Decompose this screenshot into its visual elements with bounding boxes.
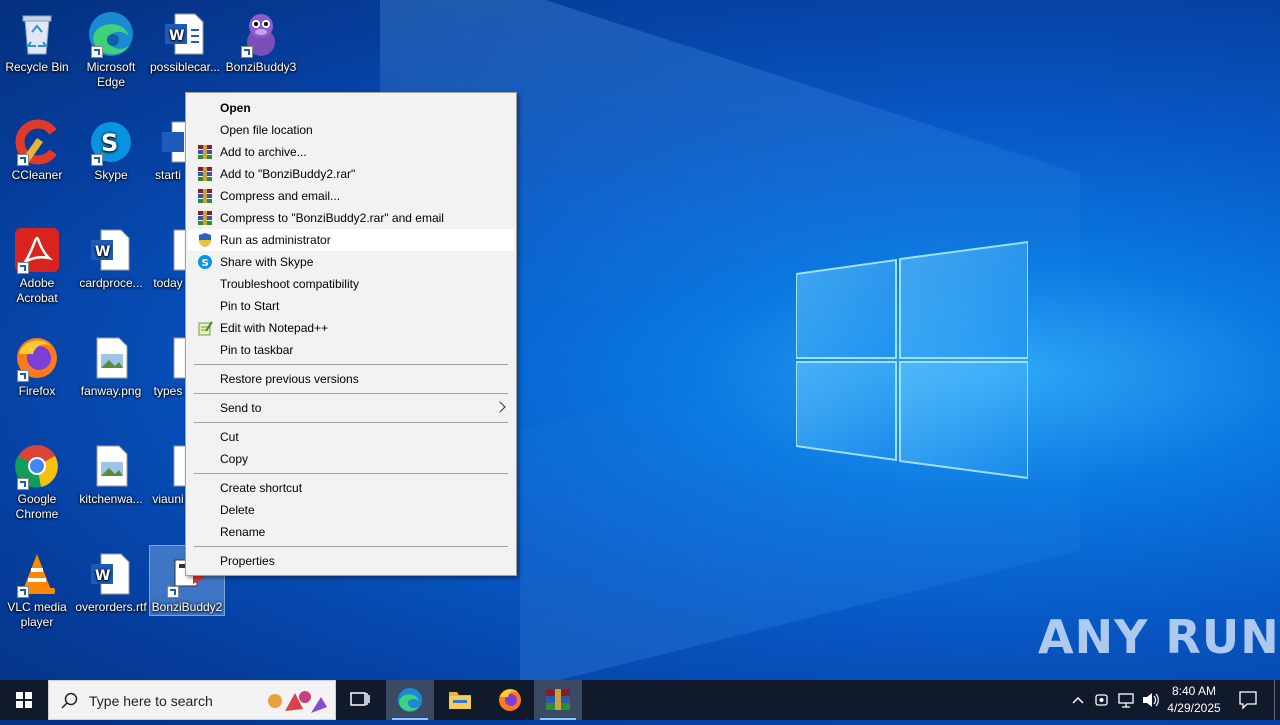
desktop-icon-overorders[interactable]: W overorders.rtf bbox=[74, 546, 148, 615]
word-document-icon bbox=[162, 121, 188, 163]
svg-text:S: S bbox=[202, 258, 209, 269]
context-menu: Open Open file location Add to archive..… bbox=[185, 92, 517, 576]
network-icon bbox=[1118, 693, 1134, 708]
desktop-icon-skype[interactable]: S Skype bbox=[74, 114, 148, 183]
desktop-icon-starti[interactable]: starti bbox=[148, 114, 188, 183]
notification-icon bbox=[1239, 691, 1257, 710]
menu-item-pin-to-start[interactable]: Pin to Start bbox=[188, 295, 514, 317]
menu-item-troubleshoot-compatibility[interactable]: Troubleshoot compatibility bbox=[188, 273, 514, 295]
menu-item-delete[interactable]: Delete bbox=[188, 499, 514, 521]
anyrun-watermark: ANY RUN bbox=[1038, 610, 1280, 664]
file-explorer-icon bbox=[449, 692, 471, 709]
desktop-icon-adobe-acrobat[interactable]: Adobe Acrobat bbox=[0, 222, 74, 306]
menu-separator bbox=[194, 364, 508, 365]
firefox-icon bbox=[499, 689, 521, 711]
desktop-icon-recycle-bin[interactable]: Recycle Bin bbox=[0, 6, 74, 75]
winrar-icon bbox=[546, 689, 570, 710]
desktop-icon-cardproce[interactable]: W cardproce... bbox=[74, 222, 148, 291]
menu-item-open[interactable]: Open bbox=[188, 97, 514, 119]
desktop-icon-bonzibuddy3[interactable]: BonziBuddy3 bbox=[224, 6, 298, 75]
show-hidden-icons-button[interactable] bbox=[1066, 680, 1090, 720]
winrar-icon bbox=[198, 189, 212, 203]
tray-meet-now-button[interactable] bbox=[1090, 680, 1114, 720]
taskbar-edge-button[interactable] bbox=[386, 680, 434, 720]
windows-start-icon bbox=[16, 692, 32, 708]
task-view-icon bbox=[350, 692, 370, 706]
menu-item-copy[interactable]: Copy bbox=[188, 448, 514, 470]
clock-date: 4/29/2025 bbox=[1167, 701, 1221, 715]
desktop-icon-microsoft-edge[interactable]: Microsoft Edge bbox=[74, 6, 148, 90]
search-icon bbox=[61, 692, 78, 709]
clock-time: 8:40 AM bbox=[1171, 684, 1217, 698]
word-document-icon: W bbox=[165, 13, 204, 55]
menu-item-share-with-skype[interactable]: S Share with Skype bbox=[188, 251, 514, 273]
taskbar-winrar-button[interactable] bbox=[534, 680, 582, 720]
start-button[interactable] bbox=[0, 680, 48, 720]
menu-item-compress-to-rar-and-email[interactable]: Compress to "BonziBuddy2.rar" and email bbox=[188, 207, 514, 229]
desktop-icon-vlc[interactable]: VLC media player bbox=[0, 546, 74, 630]
menu-separator bbox=[194, 422, 508, 423]
desktop-icon-ccleaner[interactable]: CCleaner bbox=[0, 114, 74, 183]
desktop-icon-kitchenwa[interactable]: kitchenwa... bbox=[74, 438, 148, 507]
menu-item-cut[interactable]: Cut bbox=[188, 426, 514, 448]
menu-item-send-to[interactable]: Send to bbox=[188, 397, 514, 419]
menu-separator bbox=[194, 473, 508, 474]
desktop-icon-google-chrome[interactable]: Google Chrome bbox=[0, 438, 74, 522]
menu-item-create-shortcut[interactable]: Create shortcut bbox=[188, 477, 514, 499]
search-placeholder: Type here to search bbox=[89, 693, 213, 709]
desktop-icon-today[interactable]: today bbox=[148, 222, 188, 291]
svg-text:S: S bbox=[101, 129, 118, 157]
menu-item-rename[interactable]: Rename bbox=[188, 521, 514, 543]
winrar-icon bbox=[198, 167, 212, 181]
svg-text:W: W bbox=[95, 568, 110, 584]
image-file-icon bbox=[96, 337, 128, 379]
desktop-icon-types[interactable]: types bbox=[148, 330, 188, 399]
word-document-icon: W bbox=[91, 229, 130, 271]
word-document-icon: W bbox=[91, 553, 130, 595]
edge-icon bbox=[398, 688, 422, 712]
windows-logo-wallpaper bbox=[796, 240, 1028, 480]
recycle-bin-icon bbox=[22, 15, 52, 55]
uac-shield-icon bbox=[199, 233, 211, 247]
menu-separator bbox=[194, 546, 508, 547]
skype-icon: S bbox=[198, 255, 212, 269]
taskbar: Type here to search 8:40 AM 4/29/2025 bbox=[0, 680, 1280, 720]
winrar-icon bbox=[198, 211, 212, 225]
menu-item-edit-with-notepadpp[interactable]: Edit with Notepad++ bbox=[188, 317, 514, 339]
taskbar-search-box[interactable]: Type here to search bbox=[48, 680, 336, 720]
menu-item-properties[interactable]: Properties bbox=[188, 550, 514, 572]
desktop-icon-viauni[interactable]: viauni bbox=[148, 438, 188, 507]
desktop-icon-possiblecar[interactable]: W possiblecar... bbox=[148, 6, 222, 75]
taskbar-file-explorer-button[interactable] bbox=[436, 680, 484, 720]
menu-item-compress-and-email[interactable]: Compress and email... bbox=[188, 185, 514, 207]
taskbar-clock[interactable]: 8:40 AM 4/29/2025 bbox=[1162, 683, 1226, 717]
menu-item-run-as-administrator[interactable]: Run as administrator bbox=[188, 229, 514, 251]
menu-item-pin-to-taskbar[interactable]: Pin to taskbar bbox=[188, 339, 514, 361]
menu-item-restore-previous-versions[interactable]: Restore previous versions bbox=[188, 368, 514, 390]
menu-separator bbox=[194, 393, 508, 394]
speaker-icon bbox=[1143, 693, 1159, 707]
svg-text:W: W bbox=[95, 244, 110, 260]
chevron-up-icon bbox=[1072, 696, 1084, 704]
tray-volume-button[interactable] bbox=[1138, 680, 1162, 720]
task-view-button[interactable] bbox=[336, 680, 384, 720]
taskbar-firefox-button[interactable] bbox=[486, 680, 534, 720]
desktop-icon-firefox[interactable]: Firefox bbox=[0, 330, 74, 399]
image-file-icon bbox=[96, 445, 128, 487]
desktop-icon-fanway[interactable]: fanway.png bbox=[74, 330, 148, 399]
show-desktop-button[interactable] bbox=[1274, 680, 1275, 720]
winrar-icon bbox=[198, 145, 212, 159]
action-center-button[interactable] bbox=[1236, 680, 1260, 720]
svg-text:W: W bbox=[169, 28, 184, 44]
search-highlight-illustration-icon bbox=[268, 691, 327, 713]
tray-network-button[interactable] bbox=[1114, 680, 1138, 720]
menu-item-add-to-rar[interactable]: Add to "BonziBuddy2.rar" bbox=[188, 163, 514, 185]
menu-item-add-to-archive[interactable]: Add to archive... bbox=[188, 141, 514, 163]
camera-icon bbox=[1095, 694, 1108, 706]
notepadpp-icon bbox=[198, 321, 213, 336]
menu-item-open-file-location[interactable]: Open file location bbox=[188, 119, 514, 141]
chevron-right-icon bbox=[494, 401, 506, 413]
